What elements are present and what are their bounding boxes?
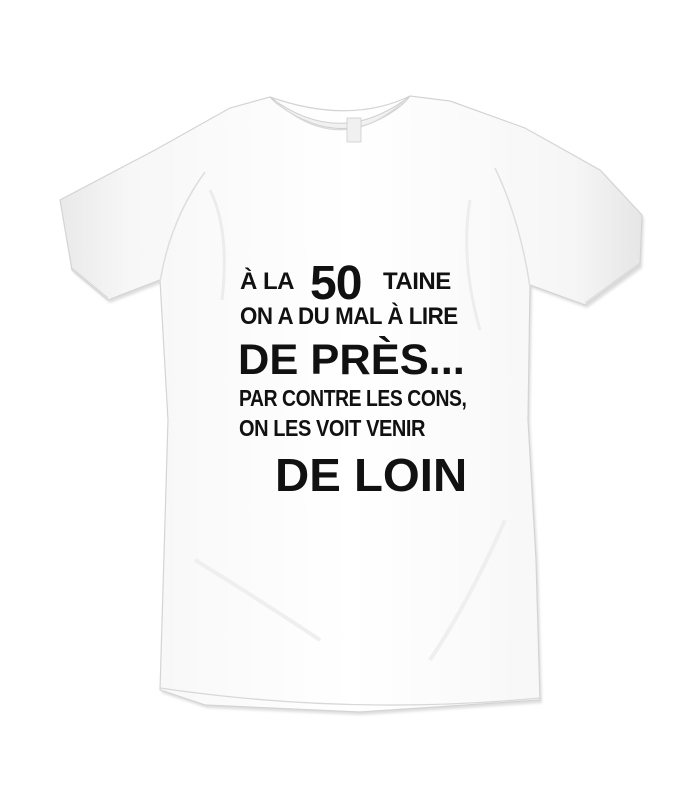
product-image: À LA 50 TAINE ON A DU MAL À LIRE DE PRÈS… [0,0,700,800]
tshirt-graphic [59,95,644,715]
neck-label [346,117,362,143]
tshirt-body [59,95,643,713]
